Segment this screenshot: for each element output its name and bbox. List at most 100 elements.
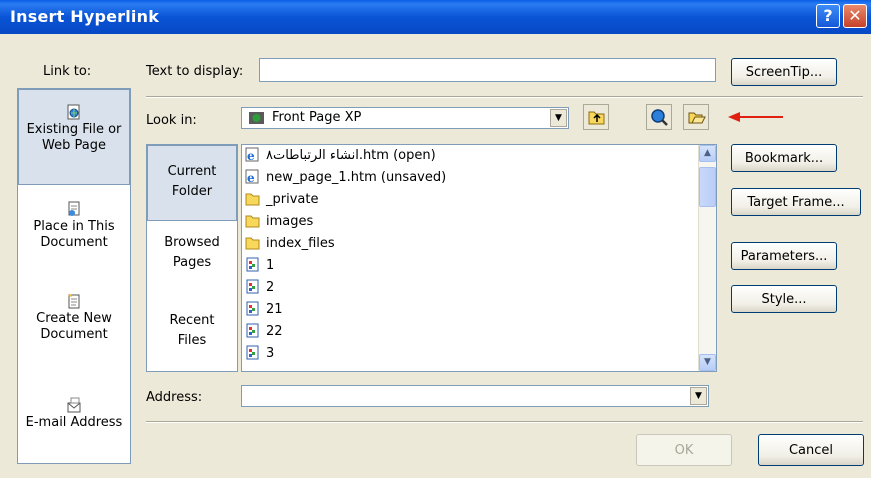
image-file-icon [246, 323, 259, 338]
title-bar[interactable]: Insert Hyperlink ? ✕ [0, 0, 871, 34]
file-name: 21 [266, 302, 283, 317]
scroll-up-arrow-icon[interactable]: ▲ [699, 145, 716, 162]
document-place-icon [68, 201, 80, 216]
up-one-folder-button[interactable] [583, 104, 609, 130]
address-dropdown[interactable]: ▼ [241, 385, 709, 407]
help-button[interactable]: ? [816, 4, 840, 28]
text-to-display-input[interactable] [259, 58, 716, 82]
list-item[interactable]: 3 [245, 343, 274, 365]
folder-icon [245, 237, 260, 250]
insert-hyperlink-dialog: Insert Hyperlink ? ✕ Link to: Existing F… [0, 0, 871, 478]
file-name: 1 [266, 258, 275, 273]
tab-label-2: Pages [172, 255, 212, 270]
file-list[interactable]: e انشاء الرتباطات٨.htm (open) e new_page_1… [241, 144, 717, 372]
browse-filter-bar: Current Folder Browsed Pages Recent File… [146, 144, 238, 372]
list-item[interactable]: 2 [245, 277, 274, 299]
new-document-icon [68, 294, 80, 309]
file-name: 3 [266, 346, 275, 361]
web-page-icon: e [245, 169, 259, 184]
dialog-title: Insert Hyperlink [10, 7, 160, 26]
tab-label-1: Recent [169, 313, 215, 328]
tab-label-2: Folder [171, 184, 213, 199]
folder-icon [245, 215, 260, 228]
file-name: 22 [266, 324, 283, 339]
link-item-label-2: Document [40, 327, 108, 342]
chevron-down-icon[interactable]: ▼ [550, 109, 567, 127]
separator-top [146, 96, 863, 98]
list-item[interactable]: e new_page_1.htm (unsaved) [245, 167, 446, 189]
web-page-icon [67, 104, 80, 120]
tab-current-folder[interactable]: Current Folder [147, 145, 237, 221]
link-to-bar: Existing File or Web Page Place in This … [17, 88, 131, 464]
up-folder-icon [588, 111, 605, 125]
link-item-label-1: Create New [36, 311, 112, 326]
folder-icon [245, 193, 260, 206]
file-name: new_page_1.htm (unsaved) [266, 170, 447, 185]
bookmark-label: Bookmark... [744, 151, 824, 166]
list-item[interactable]: 1 [245, 255, 274, 277]
target-frame-button[interactable]: Target Frame... [731, 188, 861, 216]
link-create-new-document[interactable]: Create New Document [18, 287, 130, 383]
style-button[interactable]: Style... [731, 285, 837, 313]
list-item[interactable]: index_files [245, 233, 335, 255]
image-file-icon [246, 301, 259, 316]
link-item-label-2: Document [40, 235, 108, 250]
vertical-scrollbar[interactable]: ▲ ▼ [698, 145, 716, 371]
browse-web-icon [651, 109, 668, 126]
link-item-label-1: Place in This [33, 219, 115, 234]
email-icon [67, 397, 81, 413]
list-item[interactable]: _private [245, 189, 318, 211]
look-in-value: Front Page XP [272, 110, 362, 125]
link-existing-file-or-web-page[interactable]: Existing File or Web Page [18, 89, 130, 185]
red-arrow-annotation [728, 112, 783, 122]
tab-label-2: Files [177, 333, 207, 348]
tab-label-1: Browsed [164, 235, 220, 250]
link-item-label-1: Existing File or [26, 122, 122, 137]
ok-label: OK [674, 443, 694, 458]
tab-label-1: Current [167, 164, 217, 179]
link-item-label-1: E-mail Address [25, 415, 123, 430]
separator-bottom [146, 421, 863, 423]
file-name: _private [266, 192, 319, 207]
screentip-button[interactable]: ScreenTip... [731, 58, 837, 86]
look-in-label: Look in: [146, 113, 197, 128]
parameters-button[interactable]: Parameters... [731, 242, 837, 270]
close-button[interactable]: ✕ [843, 4, 867, 28]
svg-text:e: e [247, 149, 255, 162]
image-file-icon [246, 279, 259, 294]
screentip-label: ScreenTip... [745, 65, 823, 80]
look-in-dropdown[interactable]: Front Page XP ▼ [241, 107, 569, 129]
style-label: Style... [761, 292, 807, 307]
scroll-thumb[interactable] [699, 167, 716, 207]
chevron-down-icon[interactable]: ▼ [690, 387, 707, 405]
file-name: index_files [266, 236, 335, 251]
cancel-label: Cancel [788, 443, 834, 458]
cancel-button[interactable]: Cancel [758, 434, 864, 466]
browse-file-button[interactable] [683, 104, 709, 130]
image-file-icon [246, 257, 259, 272]
scroll-down-arrow-icon[interactable]: ▼ [699, 354, 716, 371]
file-name: 2 [266, 280, 275, 295]
text-to-display-label: Text to display: [146, 64, 244, 79]
link-email-address[interactable]: E-mail Address [18, 389, 130, 485]
link-to-label: Link to: [43, 64, 92, 79]
link-item-label-2: Web Page [42, 138, 106, 153]
address-label: Address: [146, 390, 203, 405]
list-item[interactable]: images [245, 211, 313, 233]
browse-web-button[interactable] [646, 104, 672, 130]
list-item[interactable]: e انشاء الرتباطات٨.htm (open) [245, 145, 436, 167]
web-folder-icon [249, 112, 264, 124]
svg-text:e: e [247, 171, 255, 184]
tab-browsed-pages[interactable]: Browsed Pages [147, 233, 237, 293]
list-item[interactable]: 22 [245, 321, 283, 343]
bookmark-button[interactable]: Bookmark... [731, 144, 837, 172]
parameters-label: Parameters... [740, 249, 828, 264]
target-frame-label: Target Frame... [747, 195, 845, 210]
web-page-icon: e [245, 147, 259, 162]
file-name: images [266, 214, 314, 229]
tab-recent-files[interactable]: Recent Files [147, 311, 237, 371]
link-place-in-this-document[interactable]: Place in This Document [18, 189, 130, 285]
file-name: انشاء الرتباطات٨.htm (open) [266, 148, 436, 163]
ok-button[interactable]: OK [636, 434, 732, 466]
list-item[interactable]: 21 [245, 299, 283, 321]
